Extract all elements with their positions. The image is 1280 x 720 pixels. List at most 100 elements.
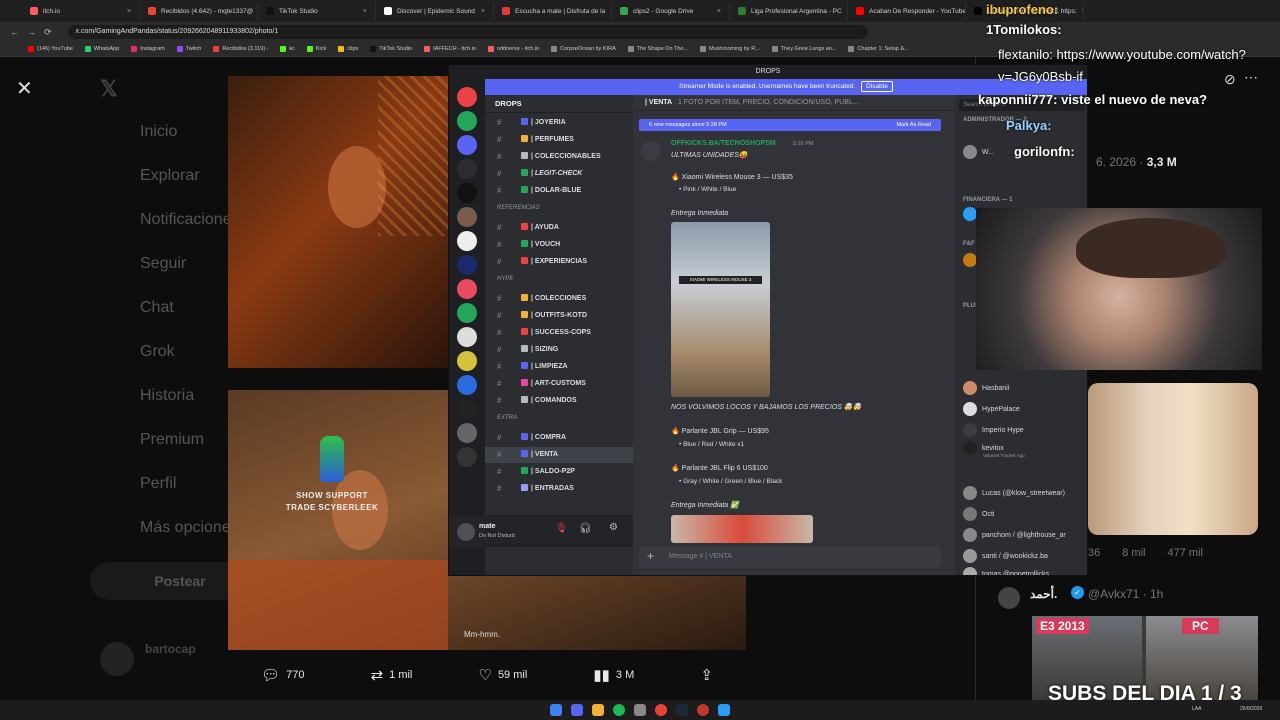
channel-item[interactable]: | COMPRA — [485, 430, 633, 446]
server-icon[interactable] — [457, 279, 477, 299]
nav-item[interactable]: Historia — [140, 387, 194, 405]
channel-item[interactable]: | SUCCESS-COPS — [485, 325, 633, 341]
add-attachment-icon[interactable]: + — [647, 549, 654, 563]
forward-icon[interactable]: → — [27, 27, 36, 37]
channel-category[interactable]: REFERENCIAS — [497, 205, 540, 211]
member-item[interactable]: panchom / @lighthouse_ar — [963, 528, 1066, 542]
author-name[interactable]: أحمد. — [1030, 587, 1057, 601]
steam-icon[interactable] — [676, 704, 688, 716]
bookmark-item[interactable]: IAFFECH - itch.io — [424, 46, 476, 52]
bookmark-item[interactable]: oddnerve - itch.io — [487, 46, 539, 52]
views-button[interactable]: ▮▮ 3 M — [593, 666, 634, 684]
browser-tab[interactable]: clips2 - Google Drive × — [612, 2, 730, 20]
like-count[interactable]: 8 mil — [1122, 547, 1145, 559]
server-name[interactable]: DROPS — [485, 95, 633, 113]
server-icon[interactable] — [457, 135, 477, 155]
nav-item[interactable]: Inicio — [140, 123, 177, 141]
channel-item[interactable]: | OUTFITS-KOTD — [485, 308, 633, 324]
nav-item[interactable]: Premium — [140, 431, 204, 449]
close-icon[interactable]: × — [363, 8, 367, 15]
channel-category[interactable]: EXTRA — [497, 415, 517, 421]
author-handle[interactable]: @Avkx71 · 1h — [1088, 587, 1163, 601]
nav-item[interactable]: Explorar — [140, 167, 200, 185]
browser-tab[interactable]: itch.io × — [22, 2, 140, 20]
clock[interactable]: 26/8/2026 — [1240, 706, 1262, 712]
channel-item[interactable]: | COLECCIONES — [485, 291, 633, 307]
avatar[interactable] — [641, 141, 661, 161]
nav-item[interactable]: Seguir — [140, 255, 186, 273]
reply-count[interactable]: 36 — [1088, 547, 1100, 559]
url-input[interactable]: x.com/GamingAndPandas/status/20926620489… — [67, 25, 868, 39]
disable-button[interactable]: Disable — [861, 81, 893, 92]
channel-item[interactable]: | SIZING — [485, 342, 633, 358]
member-item[interactable]: tomas @ponetrollicks — [963, 567, 1049, 575]
member-item[interactable]: Lucas (@klow_streetwear) — [963, 486, 1065, 500]
embedded-photo[interactable] — [1088, 383, 1258, 535]
new-messages-bar[interactable]: 6 new messages since 5:28 PM Mark As Read — [639, 119, 941, 131]
channel-item[interactable]: | VENTA — [485, 447, 633, 463]
nav-item[interactable]: Grok — [140, 343, 175, 361]
server-icon[interactable] — [457, 255, 477, 275]
bookmark-item[interactable]: TikTok Studio — [370, 46, 412, 52]
channel-item[interactable]: | DOLAR-BLUE — [485, 183, 633, 199]
app-icon[interactable] — [697, 704, 709, 716]
bookmark-item[interactable]: Recibidos (3.119) - — [213, 46, 268, 52]
server-icon[interactable] — [457, 231, 477, 251]
close-icon[interactable]: ✕ — [16, 76, 33, 101]
message-input[interactable]: Message # | VENTA — [639, 546, 941, 568]
nav-item[interactable]: Perfil — [140, 475, 176, 493]
member-item[interactable]: Hasbanii — [963, 381, 1009, 395]
reload-icon[interactable]: ⟳ — [44, 27, 52, 38]
avatar[interactable] — [998, 587, 1020, 609]
channel-item[interactable]: | JOYERIA — [485, 115, 633, 131]
channel-item[interactable]: | AYUDA — [485, 220, 633, 236]
app-icon[interactable] — [718, 704, 730, 716]
server-icon[interactable] — [457, 87, 477, 107]
server-icon[interactable] — [457, 351, 477, 371]
browser-tab[interactable]: TikTok Studio × — [258, 2, 376, 20]
channel-item[interactable]: | LEGIT-CHECK — [485, 166, 633, 182]
bookmark-item[interactable]: kc — [280, 46, 295, 52]
close-icon[interactable]: × — [717, 8, 721, 15]
browser-tab[interactable]: Escucha a mate | Disfruta de la× — [494, 2, 612, 20]
bookmark-item[interactable]: (146) YouTube — [28, 46, 73, 52]
start-icon[interactable] — [550, 704, 562, 716]
discord-icon[interactable] — [571, 704, 583, 716]
bookmark-item[interactable]: Instagram — [131, 46, 165, 52]
channel-item[interactable]: | COLECCIONABLES — [485, 149, 633, 165]
photo-top[interactable] — [228, 76, 450, 368]
server-icon[interactable] — [457, 207, 477, 227]
bookmark-item[interactable]: They Grew Lungs an... — [771, 46, 836, 52]
server-icon[interactable] — [457, 183, 477, 203]
repost-button[interactable]: ⇄ 1 mil — [371, 666, 413, 684]
member-item[interactable]: santi / @wookickz.ba — [963, 549, 1048, 563]
app-icon[interactable] — [634, 704, 646, 716]
server-icon[interactable] — [457, 111, 477, 131]
browser-tab[interactable]: Discover | Epidemic Sound × — [376, 2, 494, 20]
account-avatar[interactable] — [100, 642, 134, 676]
server-icon[interactable] — [457, 303, 477, 323]
server-icon[interactable] — [457, 423, 477, 443]
mute-icon[interactable]: 🎙︎ — [555, 523, 568, 534]
browser-tab[interactable]: Recibidos (4.642) - mqte1337@× — [140, 2, 258, 20]
member-item[interactable]: HypePalace — [963, 402, 1020, 416]
product-image[interactable] — [671, 515, 813, 543]
product-image[interactable]: XIAOMI WIRELESS MOUSE 3 — [671, 222, 770, 397]
server-icon[interactable] — [457, 399, 477, 419]
headset-icon[interactable]: 🎧︎ — [579, 523, 592, 534]
channel-item[interactable]: | VOUCH — [485, 237, 633, 253]
member-item[interactable]: W... — [963, 145, 994, 159]
mark-read-button[interactable]: Mark As Read — [896, 119, 931, 131]
close-icon[interactable]: × — [127, 8, 131, 15]
bookmark-item[interactable]: Chapter 1: Setup &... — [848, 46, 909, 52]
server-icon[interactable] — [457, 447, 477, 467]
channel-item[interactable]: | SALDO-P2P — [485, 464, 633, 480]
bookmark-item[interactable]: The Shape On The... — [627, 46, 688, 52]
bookmark-item[interactable]: Twitch — [176, 46, 201, 52]
bookmark-item[interactable]: Kick — [306, 46, 326, 52]
message-author[interactable]: OFFKICKS.BA/TECNOSHOPSM — [671, 140, 776, 147]
channel-item[interactable]: | ART-CUSTOMS — [485, 376, 633, 392]
channel-item[interactable]: | ENTRADAS — [485, 481, 633, 497]
bookmark-item[interactable]: CorpseOcean by KIRA — [551, 46, 616, 52]
member-item[interactable]: Octi — [963, 507, 994, 521]
